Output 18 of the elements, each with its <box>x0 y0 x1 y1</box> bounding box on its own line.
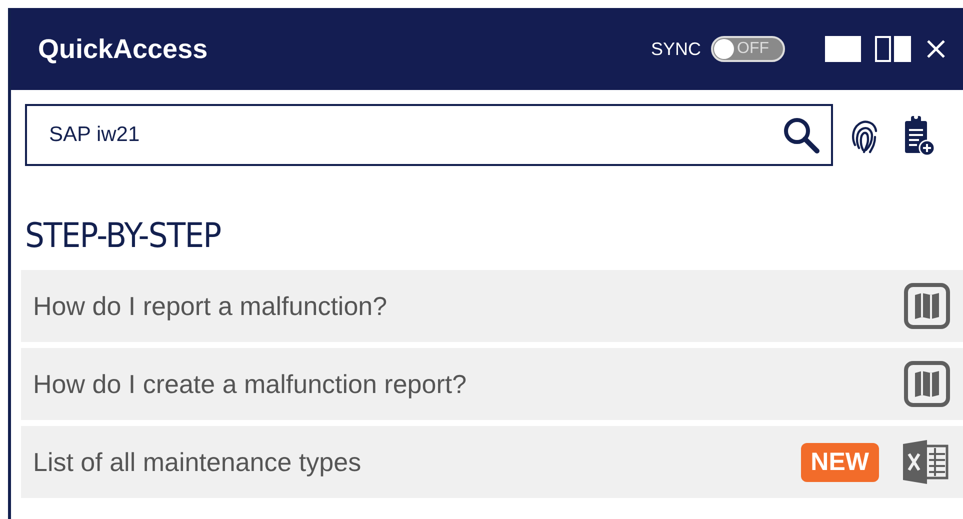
search-icon[interactable] <box>781 115 821 155</box>
clipboard-add-icon[interactable] <box>903 113 935 157</box>
split-pane-icon[interactable] <box>875 36 911 62</box>
item-label: List of all maintenance types <box>33 446 362 478</box>
map-book-icon[interactable] <box>903 360 951 408</box>
list-item[interactable]: How do I report a malfunction? <box>21 270 963 342</box>
list-item[interactable]: List of all maintenance types NEW <box>21 426 963 498</box>
new-badge: NEW <box>800 442 879 482</box>
list-item[interactable]: How do I create a malfunction report? <box>21 348 963 420</box>
close-icon[interactable] <box>925 38 947 60</box>
section-heading: STEP-BY-STEP <box>25 216 222 256</box>
item-label: How do I create a malfunction report? <box>33 368 468 400</box>
window-title: QuickAccess <box>38 34 208 64</box>
item-label: How do I report a malfunction? <box>33 290 388 322</box>
spreadsheet-icon[interactable] <box>901 438 951 486</box>
search-field[interactable]: SAP iw21 <box>25 104 833 166</box>
map-book-icon[interactable] <box>903 282 951 330</box>
sync-label: SYNC <box>650 38 701 60</box>
